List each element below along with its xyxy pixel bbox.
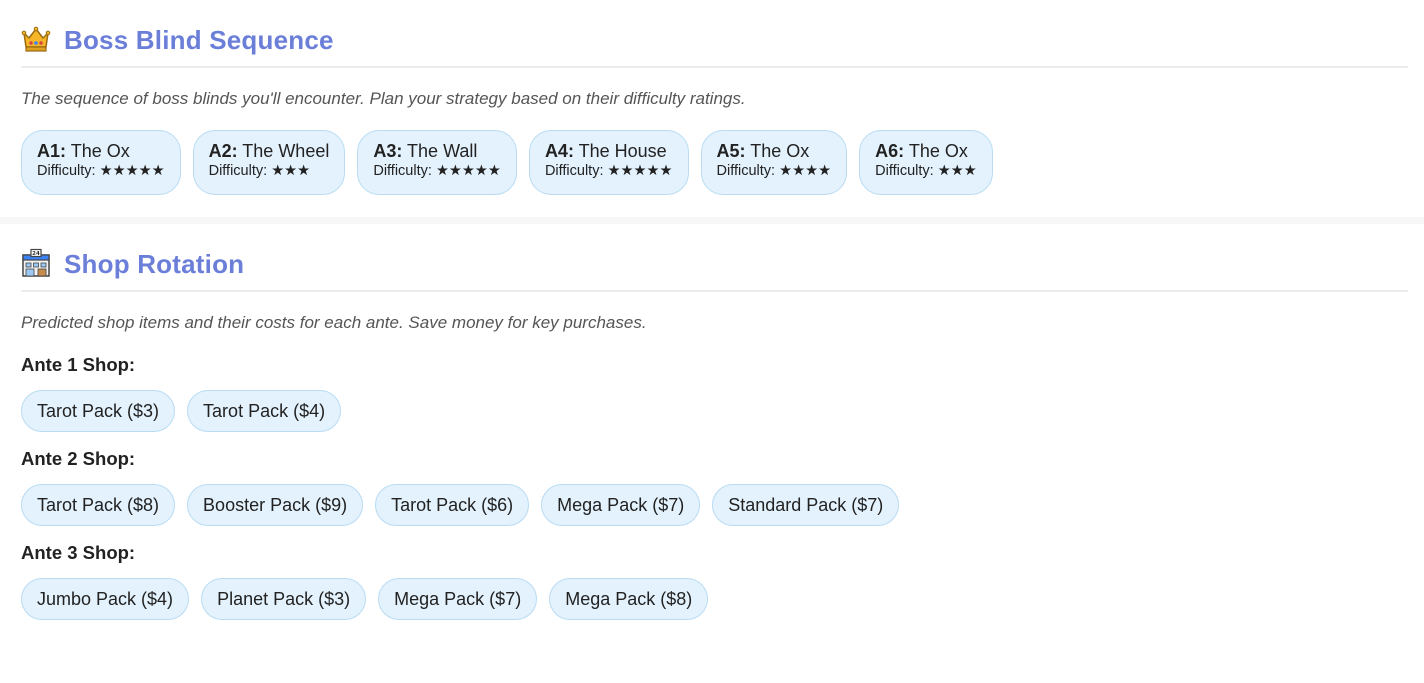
difficulty-label: Difficulty: [544, 163, 604, 179]
shop-item: Mega Pack ($8) [549, 578, 709, 620]
difficulty-stars: ★★★★ [779, 163, 832, 179]
difficulty-stars: ★★★★★ [435, 163, 501, 179]
boss-blind-name: The Wheel [242, 141, 330, 161]
boss-blind-name-line: A4: The House [545, 140, 673, 162]
shop-item-row: Tarot Pack ($3) Tarot Pack ($4) [21, 390, 1408, 432]
crown-icon [21, 24, 53, 56]
convenience-store-icon: 24 [21, 248, 53, 280]
shop-item: Tarot Pack ($3) [21, 390, 176, 432]
difficulty-stars: ★★★ [271, 163, 311, 179]
difficulty-label: Difficulty: [373, 163, 432, 179]
boss-blind-item: A1: The Ox Difficulty: ★★★★★ [21, 130, 181, 195]
shop-section-title: Shop Rotation [64, 248, 245, 279]
boss-blind-name: The Ox [908, 141, 968, 161]
boss-blind-name: The Wall [407, 141, 478, 161]
boss-section-description: The sequence of boss blinds you'll encou… [21, 89, 746, 108]
boss-blind-name: The Ox [750, 141, 810, 161]
boss-blind-name-line: A6: The Ox [875, 140, 977, 162]
boss-ante-label: A1: [37, 141, 67, 161]
shop-item: Mega Pack ($7) [541, 484, 701, 526]
shop-item: Tarot Pack ($4) [187, 390, 342, 432]
boss-ante-label: A3: [373, 141, 403, 161]
shop-item: Mega Pack ($7) [378, 578, 538, 620]
boss-list: A1: The Ox Difficulty: ★★★★★ A2: The Wheel… [21, 130, 1408, 195]
boss-blind-item: A5: The Ox Difficulty: ★★★★ [700, 130, 848, 195]
boss-section-header: Boss Blind Sequence [21, 22, 1408, 68]
boss-blind-name: The House [578, 141, 667, 161]
shop-item: Standard Pack ($7) [712, 484, 900, 526]
shop-section-header: 24 Shop Rotation [21, 246, 1408, 292]
difficulty-label: Difficulty: [208, 163, 268, 179]
boss-blind-name-line: A1: The Ox [37, 140, 165, 162]
boss-blind-item: A3: The Wall Difficulty: ★★★★★ [357, 130, 517, 195]
ante-list: Ante 1 Shop: Tarot Pack ($3) Tarot Pack ($… [21, 354, 1408, 620]
ante-shop-label: Ante 2 Shop: [21, 448, 136, 469]
boss-ante-label: A4: [544, 141, 574, 161]
shop-item: Tarot Pack ($8) [21, 484, 176, 526]
difficulty-stars: ★★★ [937, 163, 977, 179]
boss-difficulty: Difficulty: ★★★ [209, 163, 330, 179]
boss-ante-label: A5: [716, 141, 746, 161]
shop-item: Tarot Pack ($6) [375, 484, 530, 526]
ante-shop-label: Ante 1 Shop: [21, 354, 136, 375]
boss-blind-item: A6: The Ox Difficulty: ★★★ [859, 130, 993, 195]
boss-blind-name-line: A5: The Ox [717, 140, 832, 162]
boss-blind-name-line: A3: The Wall [373, 140, 501, 162]
shop-item-row: Tarot Pack ($8) Booster Pack ($9) Tarot Pa… [21, 484, 1408, 526]
boss-section-title: Boss Blind Sequence [64, 24, 334, 55]
shop-item: Booster Pack ($9) [187, 484, 364, 526]
shop-item: Planet Pack ($3) [201, 578, 367, 620]
svg-text:24: 24 [32, 251, 40, 257]
boss-difficulty: Difficulty: ★★★ [875, 163, 977, 179]
boss-blind-item: A2: The Wheel Difficulty: ★★★ [192, 130, 346, 195]
boss-difficulty: Difficulty: ★★★★ [717, 163, 832, 179]
boss-blind-item: A4: The House Difficulty: ★★★★★ [528, 130, 689, 195]
difficulty-stars: ★★★★★ [607, 163, 673, 179]
boss-blind-section: Boss Blind Sequence The sequence of boss… [0, 0, 1424, 217]
difficulty-label: Difficulty: [37, 163, 96, 179]
boss-blind-name: The Ox [70, 141, 130, 161]
boss-difficulty: Difficulty: ★★★★★ [545, 163, 673, 179]
difficulty-label: Difficulty: [875, 163, 934, 179]
difficulty-label: Difficulty: [716, 163, 776, 179]
boss-ante-label: A2: [208, 141, 238, 161]
shop-item: Jumbo Pack ($4) [21, 578, 190, 620]
boss-difficulty: Difficulty: ★★★★★ [373, 163, 501, 179]
boss-ante-label: A6: [875, 141, 905, 161]
shop-section-description: Predicted shop items and their costs for… [21, 313, 647, 332]
shop-item-row: Jumbo Pack ($4) Planet Pack ($3) Mega Pack… [21, 578, 1408, 620]
shop-rotation-section: 24 Shop Rotation Predicted shop items an… [0, 224, 1424, 683]
ante-shop-label: Ante 3 Shop: [21, 542, 136, 563]
difficulty-stars: ★★★★★ [99, 163, 165, 179]
boss-difficulty: Difficulty: ★★★★★ [37, 163, 165, 179]
boss-blind-name-line: A2: The Wheel [209, 140, 330, 162]
